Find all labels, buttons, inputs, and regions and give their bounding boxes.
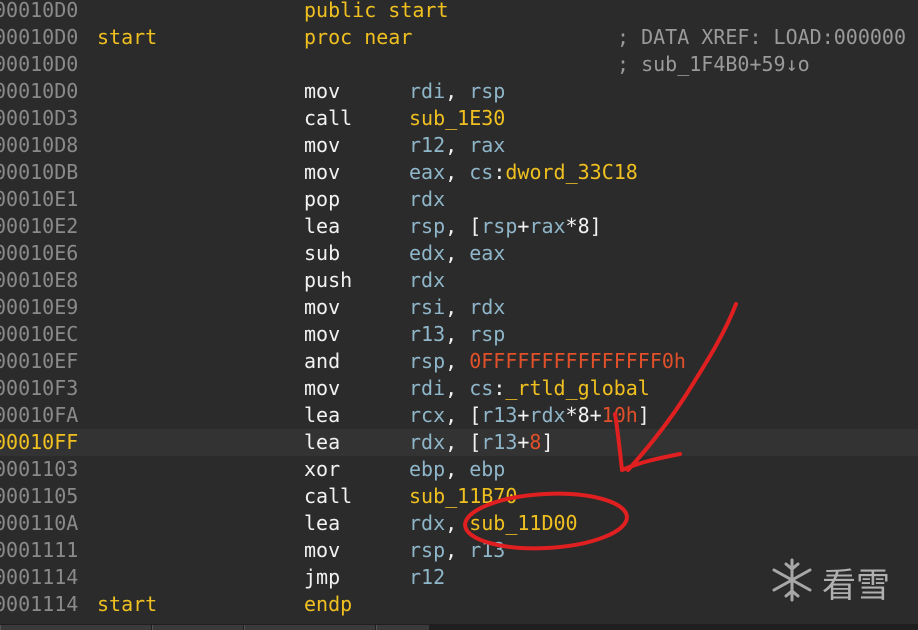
red-arrow-head bbox=[613, 412, 682, 472]
watermark: 看雪 bbox=[768, 556, 908, 608]
scroll-segment bbox=[152, 625, 243, 630]
horizontal-scrollbar[interactable] bbox=[0, 624, 918, 630]
scroll-segment bbox=[0, 625, 151, 630]
red-circle-annotation bbox=[463, 491, 629, 551]
red-arrow-annotation bbox=[626, 302, 738, 472]
scroll-segment bbox=[244, 625, 375, 630]
annotation-overlay bbox=[463, 302, 738, 551]
snowflake-icon bbox=[772, 558, 812, 602]
watermark-text: 看雪 bbox=[822, 566, 890, 606]
scroll-segment bbox=[376, 625, 429, 630]
